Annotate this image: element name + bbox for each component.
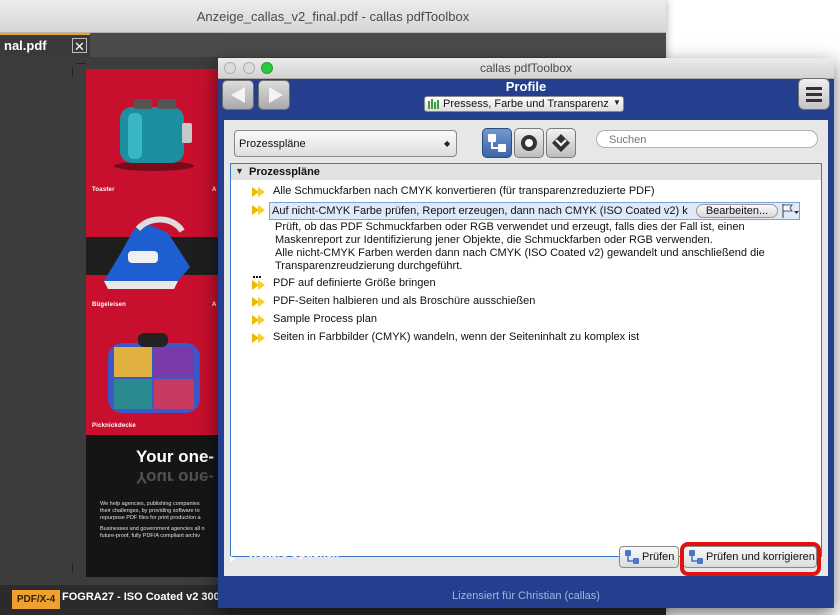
list-item-label: Auf nicht-CMYK Farbe prüfen, Report erze…	[272, 205, 688, 217]
ad-paragraph-line: their challenges, by providing software …	[100, 508, 200, 514]
list-item[interactable]: Seiten in Farbbilder (CMYK) wandeln, wen…	[251, 329, 821, 347]
document-tab-bar: nal.pdf ✕	[0, 33, 666, 57]
document-tab-label: nal.pdf	[4, 38, 47, 53]
ad-paragraph-line: future-proof, fully PDF/A compliant arch…	[100, 533, 200, 539]
description-line: Maskenreport zur Identifizierung jener O…	[275, 234, 713, 246]
list-item-label: PDF auf definierte Größe bringen	[273, 277, 436, 289]
list-item-label: Alle Schmuckfarben nach CMYK konvertiere…	[273, 185, 655, 197]
check-filter-button[interactable]	[514, 128, 544, 158]
pdftoolbox-window: callas pdfToolbox Profile Pressess, Farb…	[218, 58, 834, 608]
updown-icon: ◆	[444, 139, 451, 148]
profile-group-value: Pressess, Farbe und Transparenz	[443, 98, 609, 110]
pdfx-badge: PDF/X-4	[12, 590, 60, 609]
description-line: Alle nicht-CMYK Farben werden dann nach …	[275, 247, 765, 259]
category-select[interactable]: Prozesspläne ◆	[234, 130, 457, 157]
ad-text-area: Your one- Your one- We help agencies, pu…	[86, 435, 220, 577]
category-value: Prozesspläne	[239, 138, 306, 150]
product-tile-iron: Bügeleisen A	[86, 197, 220, 315]
output-intent-label: FOGRA27 - ISO Coated v2 300	[62, 591, 220, 603]
edit-button[interactable]: Bearbeiten...	[696, 204, 778, 218]
ad-headline: Your one-	[136, 447, 215, 466]
ad-headline-reflection: Your one-	[136, 468, 215, 487]
ad-paragraph-line: Businesses and government agencies all o	[100, 526, 205, 532]
triangle-right-icon[interactable]: ▶	[230, 554, 236, 563]
caption-cut: A	[212, 302, 217, 308]
toolbox-titlebar[interactable]: callas pdfToolbox	[218, 58, 834, 79]
list-item[interactable]: Alle Schmuckfarben nach CMYK konvertiere…	[251, 183, 821, 201]
circle-icon	[521, 135, 537, 151]
document-tab[interactable]: nal.pdf ✕	[0, 33, 90, 57]
caption-iron: Bügeleisen	[92, 302, 127, 308]
profile-group-select[interactable]: Pressess, Farbe und Transparenz ▼	[424, 96, 624, 112]
process-plan-icon	[252, 315, 265, 325]
menu-icon	[806, 87, 822, 90]
iron-image	[104, 216, 190, 289]
fixup-filter-button[interactable]	[546, 128, 576, 158]
search-input[interactable]	[596, 130, 818, 148]
caption-cut: A	[212, 187, 217, 193]
blanket-image	[108, 333, 200, 413]
process-plan-icon	[252, 205, 265, 215]
pdf-page: Toaster A Bügeleisen A Picknickdecke You…	[86, 69, 220, 577]
crop-mark	[72, 67, 73, 77]
process-plan-icon	[252, 297, 265, 307]
process-plan-icon	[625, 550, 639, 564]
product-tile-blanket: Picknickdecke	[86, 315, 220, 435]
close-tab-icon[interactable]: ✕	[72, 38, 87, 54]
chevron-down-icon: ▼	[613, 98, 621, 107]
list-item-label: Seiten in Farbbilder (CMYK) wandeln, wen…	[273, 331, 640, 343]
pdf-window-titlebar[interactable]: Anzeige_callas_v2_final.pdf - callas pdf…	[0, 0, 666, 33]
process-plan-icon	[252, 276, 265, 290]
main-menu-button[interactable]	[798, 78, 830, 110]
ad-paragraph-line: repurpose PDF files for print production…	[100, 515, 201, 521]
more-options-toggle[interactable]: Weitere Optionen	[248, 548, 339, 560]
toolbox-title: callas pdfToolbox	[479, 61, 573, 75]
bars-icon	[428, 99, 439, 109]
check-button[interactable]: Prüfen	[619, 546, 679, 568]
description-line: Transparenzreudzierung durchgeführt.	[275, 260, 463, 272]
process-plan-description: Prüft, ob das PDF Schmuckfarben oder RGB…	[275, 221, 795, 273]
triangle-down-icon[interactable]: ▼	[235, 166, 244, 176]
list-item-label: Sample Process plan	[273, 313, 377, 325]
fixup-icon	[552, 134, 570, 152]
process-plan-icon	[252, 187, 265, 197]
description-line: Prüft, ob das PDF Schmuckfarben oder RGB…	[275, 221, 745, 233]
highlight-box	[680, 542, 821, 576]
list-item-label: PDF-Seiten halbieren und als Broschüre a…	[273, 295, 536, 307]
group-label: Prozesspläne	[249, 166, 320, 178]
check-button-label: Prüfen	[642, 551, 675, 563]
product-tile-toaster: Toaster A	[86, 69, 220, 197]
list-item[interactable]: PDF auf definierte Größe bringen	[251, 275, 821, 293]
group-header[interactable]: ▼ Prozesspläne	[231, 164, 821, 180]
process-plan-list[interactable]: ▼ Prozesspläne Alle Schmuckfarben nach C…	[230, 163, 822, 557]
pdf-window-title: Anzeige_callas_v2_final.pdf - callas pdf…	[196, 9, 470, 24]
ad-paragraph-line: We help agencies, publishing companies	[100, 501, 200, 507]
process-plan-icon	[488, 134, 506, 152]
toaster-image	[114, 99, 194, 171]
flag-icon[interactable]	[780, 203, 800, 219]
list-item-selected[interactable]: Auf nicht-CMYK Farbe prüfen, Report erze…	[269, 202, 800, 220]
list-item[interactable]: Sample Process plan	[251, 311, 821, 329]
process-plan-icon	[252, 333, 265, 343]
crop-mark	[72, 563, 73, 573]
license-label: Lizensiert für Christian (callas)	[452, 590, 600, 602]
list-item[interactable]: PDF-Seiten halbieren und als Broschüre a…	[251, 293, 821, 311]
process-plan-filter-button[interactable]	[482, 128, 512, 158]
caption-blanket: Picknickdecke	[92, 423, 136, 429]
profile-heading: Profile	[505, 79, 547, 94]
crop-mark	[76, 63, 86, 64]
profile-panel: Prozesspläne ◆ ▼ Prozesspläne	[224, 120, 828, 576]
caption-toaster: Toaster	[92, 187, 115, 193]
